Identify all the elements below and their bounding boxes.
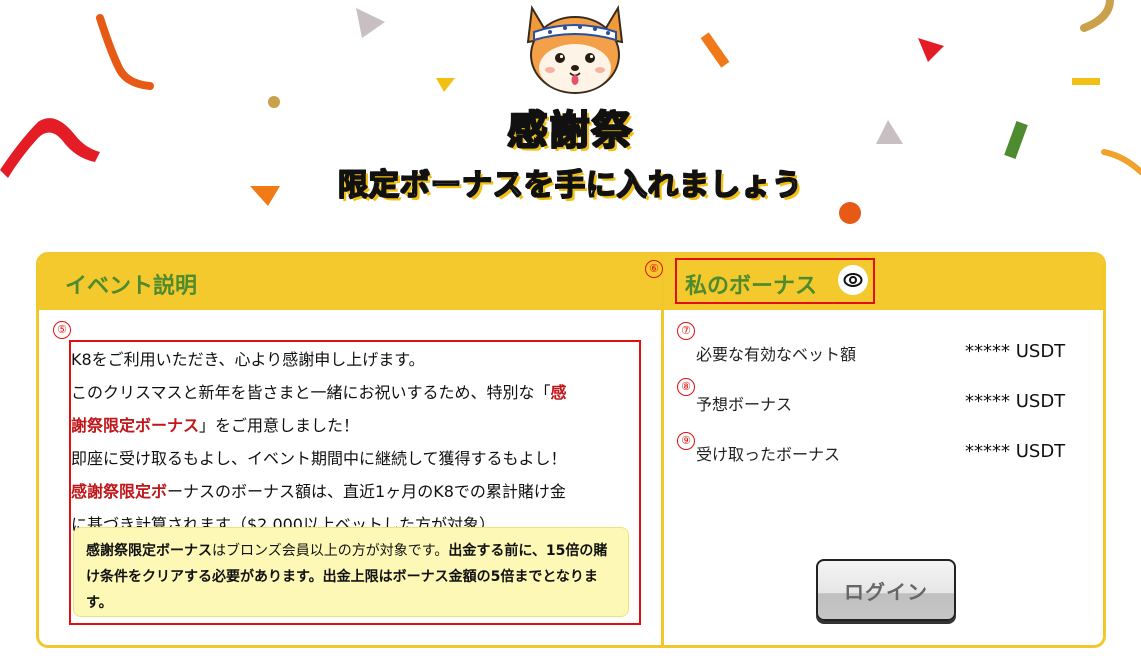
required-bet-label: 必要な有効なベット額 [696,345,857,364]
marker-7: ⑦ [677,322,695,340]
event-line-2: このクリスマスと新年を皆さまと一緒にお祝いするため、特別な「感 [71,383,567,402]
received-bonus-label: 受け取ったボーナス [696,445,841,464]
expected-bonus-value: ***** USDT [965,391,1066,412]
event-line-4: 即座に受け取るもよし、イベント期間中に継続して獲得するもよし！ [71,449,567,468]
login-button[interactable]: ログイン [816,559,956,621]
marker-5: ⑤ [53,321,71,339]
marker-6: ⑥ [645,260,663,278]
panel-divider [661,255,664,645]
required-bet-value: ***** USDT [965,341,1066,362]
mascot-shiba-icon [520,0,630,100]
event-line-1: K8をご利用いただき、心より感謝申し上げます。 [71,350,425,369]
received-bonus-value: ***** USDT [965,441,1066,462]
event-description-text: K8をご利用いただき、心より感謝申し上げます。 このクリスマスと新年を皆さまと一… [71,343,641,541]
event-description-title: イベント説明 [65,274,198,299]
page-title: 感謝祭 [507,107,634,155]
event-line-3: 謝祭限定ボーナス」をご用意しました！ [71,416,360,435]
bonus-panel: イベント説明 ⑥ 私のボーナス ⑤ K8をご利用いただき、心より感謝申し上げます… [36,252,1106,648]
marker-9: ⑨ [677,432,695,450]
event-line-5: 感謝祭限定ボーナスのボーナス額は、直近1ヶ月のK8での累計賭け金 [71,482,566,501]
expected-bonus-label: 予想ボーナス [696,395,793,414]
eye-icon [843,273,863,287]
panel-header [39,255,1103,310]
toggle-visibility-button[interactable] [838,265,868,295]
marker-8: ⑧ [677,378,695,396]
page-subtitle: 限定ボーナスを手に入れましょう [337,167,803,204]
my-bonus-title: 私のボーナス [685,274,818,299]
event-note: 感謝祭限定ボーナスはブロンズ会員以上の方が対象です。出金する前に、15倍の賭け条… [73,527,629,617]
